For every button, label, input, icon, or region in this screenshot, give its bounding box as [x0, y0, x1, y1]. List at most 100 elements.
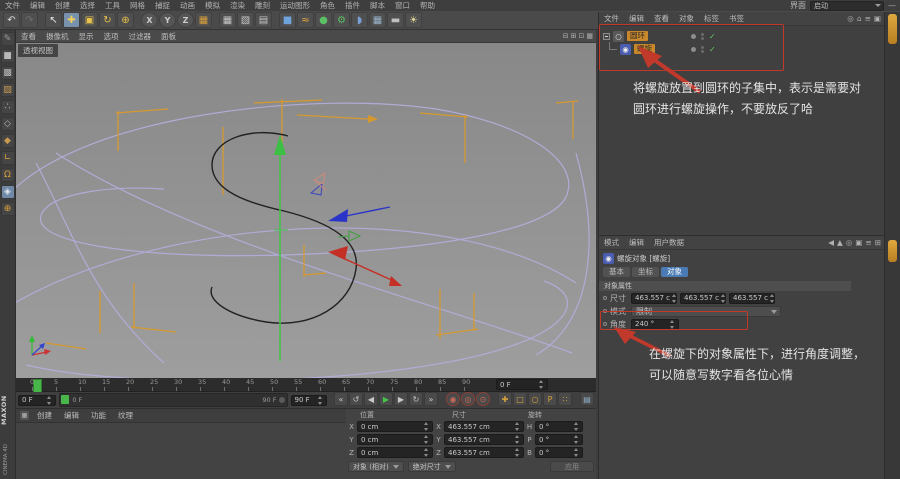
render-view-icon[interactable]: ▦	[219, 12, 236, 28]
snap-icon[interactable]: Ω	[0, 168, 15, 182]
object-name-spiral[interactable]: 螺旋	[634, 44, 655, 54]
subdivision-surface-icon[interactable]: ●	[315, 12, 332, 28]
angle-input[interactable]: 240 °	[631, 318, 679, 330]
object-menu-4[interactable]: 标签	[699, 13, 724, 24]
coordinate-mode-select[interactable]: 对象 (相对)	[348, 461, 404, 472]
generators-icon[interactable]: ⚙	[333, 12, 350, 28]
autokey-button[interactable]: ◎	[461, 392, 475, 406]
main-menu-4[interactable]: 工具	[100, 0, 125, 11]
ruler-frame-field[interactable]: 0 F	[496, 379, 548, 390]
layer-dot[interactable]	[691, 33, 696, 39]
record-position-toggle[interactable]: ✚	[498, 392, 512, 406]
main-menu-1[interactable]: 编辑	[25, 0, 50, 11]
main-menu-2[interactable]: 创建	[50, 0, 75, 11]
object-name-circle[interactable]: 圆环	[627, 31, 648, 41]
add-spline-icon[interactable]: ≈	[297, 12, 314, 28]
record-options-button[interactable]: ⊙	[476, 392, 490, 406]
size-z-input[interactable]: 463.557 c	[729, 292, 775, 304]
y-axis-lock-icon[interactable]: Y	[159, 12, 176, 28]
lattice-icon[interactable]: ◈	[0, 185, 15, 199]
axis-lock-icon[interactable]: ⊕	[0, 202, 15, 216]
expand-icon[interactable]	[603, 32, 610, 40]
anim-dot-icon[interactable]	[603, 296, 607, 300]
main-menu-13[interactable]: 插件	[340, 0, 365, 11]
last-tool-icon[interactable]: ⊕	[117, 12, 134, 28]
frame-range-slider[interactable]: 0 F 90 F	[59, 393, 288, 407]
main-menu-6[interactable]: 捕捉	[150, 0, 175, 11]
pos-y-field[interactable]: 0 cm	[357, 434, 433, 445]
viewport-single-icon[interactable]: ⊡	[579, 32, 585, 40]
redo-icon[interactable]: ↷	[21, 12, 38, 28]
attribute-tab-2[interactable]: 对象	[661, 267, 688, 277]
size-z-field[interactable]: 463.557 cm	[444, 447, 524, 458]
frame-slider-thumb[interactable]	[61, 395, 70, 404]
light-icon[interactable]: ☀	[405, 12, 422, 28]
main-menu-0[interactable]: 文件	[0, 0, 25, 11]
next-frame-button[interactable]: ▶	[394, 392, 408, 406]
coord-system-icon[interactable]: ▦	[195, 12, 212, 28]
viewport-menu-3[interactable]: 选项	[99, 31, 124, 42]
loop-button[interactable]: ↻	[409, 392, 423, 406]
viewport-menu-5[interactable]: 面板	[156, 31, 181, 42]
add-cube-icon[interactable]: ■	[279, 12, 296, 28]
prev-frame-button[interactable]: ◀	[364, 392, 378, 406]
model-mode-icon[interactable]: ■	[0, 49, 15, 63]
timeline-ruler[interactable]: 0 5 10 15 20 25 30 35 40 45 50 55 60 65 70 75 80 85 90 0 F	[16, 378, 596, 393]
minimize-button[interactable]: —	[888, 1, 896, 10]
points-mode-icon[interactable]: ∴	[0, 100, 15, 114]
main-menu-16[interactable]: 帮助	[415, 0, 440, 11]
enable-check-icon[interactable]: ✓	[709, 45, 716, 54]
main-menu-9[interactable]: 渲染	[225, 0, 250, 11]
viewport-menu-1[interactable]: 摄像机	[41, 31, 74, 42]
mode-select[interactable]: 限制	[631, 305, 781, 317]
attribute-menu-2[interactable]: 用户数据	[649, 237, 689, 248]
deformers-icon[interactable]: ◗	[351, 12, 368, 28]
texture-mode-icon[interactable]: ▩	[0, 66, 15, 80]
rotate-tool-icon[interactable]: ↻	[99, 12, 116, 28]
record-rotation-toggle[interactable]: ○	[528, 392, 542, 406]
om-home-icon[interactable]: ⌂	[857, 14, 862, 23]
render-settings-icon[interactable]: ▤	[255, 12, 272, 28]
object-properties-section[interactable]: 对象属性	[599, 281, 851, 291]
size-y-field[interactable]: 463.557 cm	[444, 434, 524, 445]
make-editable-icon[interactable]: ✎	[0, 32, 15, 46]
spiral-deformer-icon[interactable]: ◉	[620, 43, 631, 55]
attribute-menu-0[interactable]: 模式	[599, 237, 624, 248]
viewport-layout-icon[interactable]: ▦	[586, 32, 593, 40]
object-menu-1[interactable]: 编辑	[624, 13, 649, 24]
x-axis-lock-icon[interactable]: X	[141, 12, 158, 28]
layout-select[interactable]: 启动	[810, 0, 884, 11]
edges-mode-icon[interactable]: ◇	[0, 117, 15, 131]
om-search-icon[interactable]: ◎	[847, 14, 854, 23]
camera-icon[interactable]: ▬	[387, 12, 404, 28]
render-picture-viewer-icon[interactable]: ▧	[237, 12, 254, 28]
viewport-maximize-icon[interactable]: ⊞	[571, 32, 577, 40]
attribute-tab-1[interactable]: 坐标	[632, 267, 659, 277]
anim-dot-icon[interactable]	[603, 309, 607, 313]
undo-icon[interactable]: ↶	[3, 12, 20, 28]
tree-row-circle[interactable]: ○ 圆环	[603, 30, 648, 42]
record-keyframe-button[interactable]: ◉	[446, 392, 460, 406]
material-menu-1[interactable]: 编辑	[58, 410, 85, 421]
main-menu-10[interactable]: 雕刻	[250, 0, 275, 11]
object-tree[interactable]: ○ 圆环 ✓ ◉ 螺旋 ✓	[599, 26, 885, 233]
am-search-icon[interactable]: ◎	[846, 238, 853, 247]
slider-knob[interactable]	[278, 397, 285, 403]
tree-row-spiral[interactable]: ◉ 螺旋	[609, 42, 655, 55]
texture-axis-mode-icon[interactable]: ▨	[0, 83, 15, 97]
scrollbar-thumb[interactable]	[888, 14, 897, 44]
workplane-icon[interactable]: ∟	[0, 151, 15, 165]
right-scrollbar[interactable]	[884, 12, 900, 479]
attribute-menu-1[interactable]: 编辑	[624, 237, 649, 248]
record-scale-toggle[interactable]: □	[513, 392, 527, 406]
move-tool-icon[interactable]: ✚	[63, 12, 80, 28]
apply-button[interactable]: 应用	[550, 461, 594, 472]
am-up-icon[interactable]: ▲	[837, 238, 843, 247]
size-y-input[interactable]: 463.557 c	[680, 292, 726, 304]
main-menu-11[interactable]: 运动图形	[275, 0, 315, 11]
visibility-dots[interactable]	[701, 45, 704, 53]
end-frame-field[interactable]: 90 F	[290, 394, 327, 406]
main-menu-3[interactable]: 选择	[75, 0, 100, 11]
material-menu-0[interactable]: 创建	[31, 410, 58, 421]
object-menu-0[interactable]: 文件	[599, 13, 624, 24]
